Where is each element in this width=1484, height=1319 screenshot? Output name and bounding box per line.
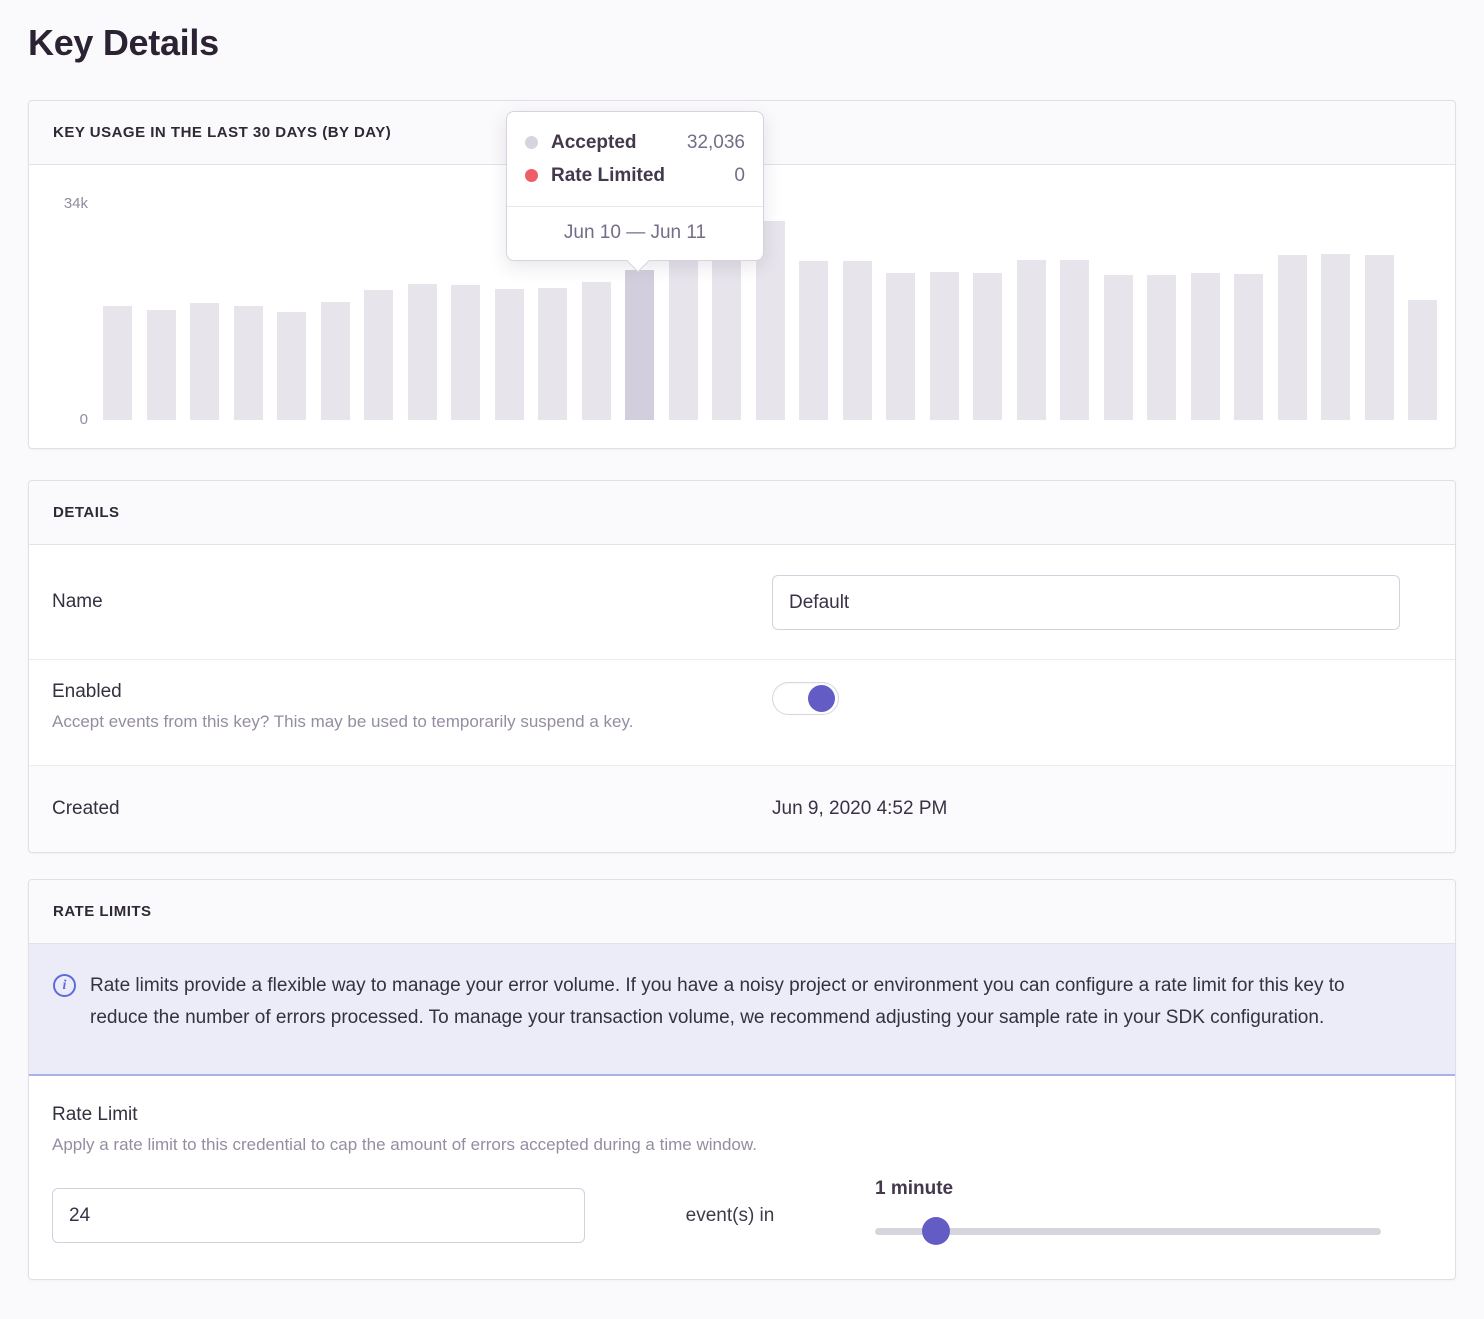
name-label: Name: [52, 591, 772, 613]
enabled-toggle-knob-icon: [808, 685, 835, 712]
chart-bar[interactable]: [147, 310, 176, 420]
rate-limit-window-group: 1 minute: [875, 1177, 1381, 1243]
rate-limit-separator-text: event(s) in: [585, 1205, 875, 1243]
chart-bars: [103, 204, 1437, 420]
rate-limits-info-text: Rate limits provide a flexible way to ma…: [90, 970, 1385, 1048]
chart-bar[interactable]: [799, 261, 828, 420]
y-axis-max-label: 34k: [29, 195, 88, 212]
rate-window-slider-track[interactable]: [875, 1228, 1381, 1235]
rate-limit-count-input[interactable]: [52, 1188, 585, 1243]
chart-bar[interactable]: [1365, 255, 1394, 420]
enabled-label: Enabled: [52, 681, 772, 703]
name-input[interactable]: [772, 575, 1400, 630]
chart-bar[interactable]: [930, 272, 959, 420]
chart-bar[interactable]: [1321, 254, 1350, 420]
chart-bar[interactable]: [1104, 275, 1133, 420]
chart-bar[interactable]: [886, 273, 915, 420]
details-panel-header: Details: [29, 481, 1455, 545]
rate-limited-series-dot-icon: [525, 169, 538, 182]
tooltip-row-rate-limited: Rate Limited 0: [525, 159, 745, 192]
chart-bar[interactable]: [582, 282, 611, 420]
rate-limit-help-text: Apply a rate limit to this credential to…: [52, 1135, 1431, 1155]
chart-bar[interactable]: [1191, 273, 1220, 420]
details-panel: Details Name Enabled Accept events from …: [28, 480, 1456, 853]
chart-bar[interactable]: [538, 288, 567, 420]
chart-bar[interactable]: [234, 306, 263, 420]
rate-limits-panel-header: Rate Limits: [29, 880, 1455, 944]
chart-bar[interactable]: [495, 289, 524, 420]
tooltip-row-accepted: Accepted 32,036: [525, 126, 745, 159]
accepted-series-dot-icon: [525, 136, 538, 149]
chart-bar[interactable]: [103, 306, 132, 420]
y-axis-min-label: 0: [29, 411, 88, 428]
rate-limits-info-alert: i Rate limits provide a flexible way to …: [29, 944, 1455, 1076]
name-field-row: Name: [29, 545, 1455, 660]
page-title: Key Details: [28, 20, 1456, 66]
created-label: Created: [52, 798, 772, 820]
key-details-page: Key Details Key usage in the last 30 day…: [0, 20, 1484, 1280]
chart-bar[interactable]: [277, 312, 306, 420]
info-icon: i: [53, 974, 76, 997]
created-field-row: Created Jun 9, 2020 4:52 PM: [29, 766, 1455, 852]
chart-bar[interactable]: [1017, 260, 1046, 420]
chart-bar[interactable]: [973, 273, 1002, 420]
chart-bar[interactable]: [408, 284, 437, 420]
chart-bar[interactable]: [712, 258, 741, 420]
tooltip-accepted-label: Accepted: [551, 132, 637, 154]
chart-bar[interactable]: [321, 302, 350, 420]
tooltip-rate-limited-label: Rate Limited: [551, 165, 665, 187]
rate-limit-controls: event(s) in 1 minute: [52, 1177, 1431, 1243]
chart-bar[interactable]: [451, 285, 480, 420]
chart-bar[interactable]: [1060, 260, 1089, 420]
chart-bar[interactable]: [669, 258, 698, 420]
tooltip-rate-limited-value: 0: [734, 165, 745, 187]
tooltip-rows: Accepted 32,036 Rate Limited 0: [507, 112, 763, 206]
rate-limit-field-row: Rate Limit Apply a rate limit to this cr…: [29, 1076, 1455, 1279]
chart-bar[interactable]: [1147, 275, 1176, 420]
tooltip-accepted-value: 32,036: [687, 132, 745, 154]
key-usage-panel: Key usage in the last 30 days (by day) 3…: [28, 100, 1456, 449]
chart-bar[interactable]: [843, 261, 872, 420]
enabled-toggle[interactable]: [772, 682, 839, 715]
created-value: Jun 9, 2020 4:52 PM: [772, 766, 1455, 852]
chart-bar[interactable]: [625, 270, 654, 420]
rate-limit-window-label: 1 minute: [875, 1177, 1381, 1201]
enabled-field-row: Enabled Accept events from this key? Thi…: [29, 660, 1455, 766]
chart-bar[interactable]: [1278, 255, 1307, 420]
chart-bar[interactable]: [364, 290, 393, 420]
chart-tooltip: Accepted 32,036 Rate Limited 0 Jun 10 — …: [506, 111, 764, 261]
enabled-help-text: Accept events from this key? This may be…: [52, 712, 772, 732]
chart-bar[interactable]: [190, 303, 219, 420]
rate-window-slider-knob[interactable]: [922, 1217, 950, 1245]
chart-bar[interactable]: [1234, 274, 1263, 420]
rate-limit-label: Rate Limit: [52, 1104, 1431, 1126]
chart-bar[interactable]: [1408, 300, 1437, 420]
rate-limits-panel: Rate Limits i Rate limits provide a flex…: [28, 879, 1456, 1280]
